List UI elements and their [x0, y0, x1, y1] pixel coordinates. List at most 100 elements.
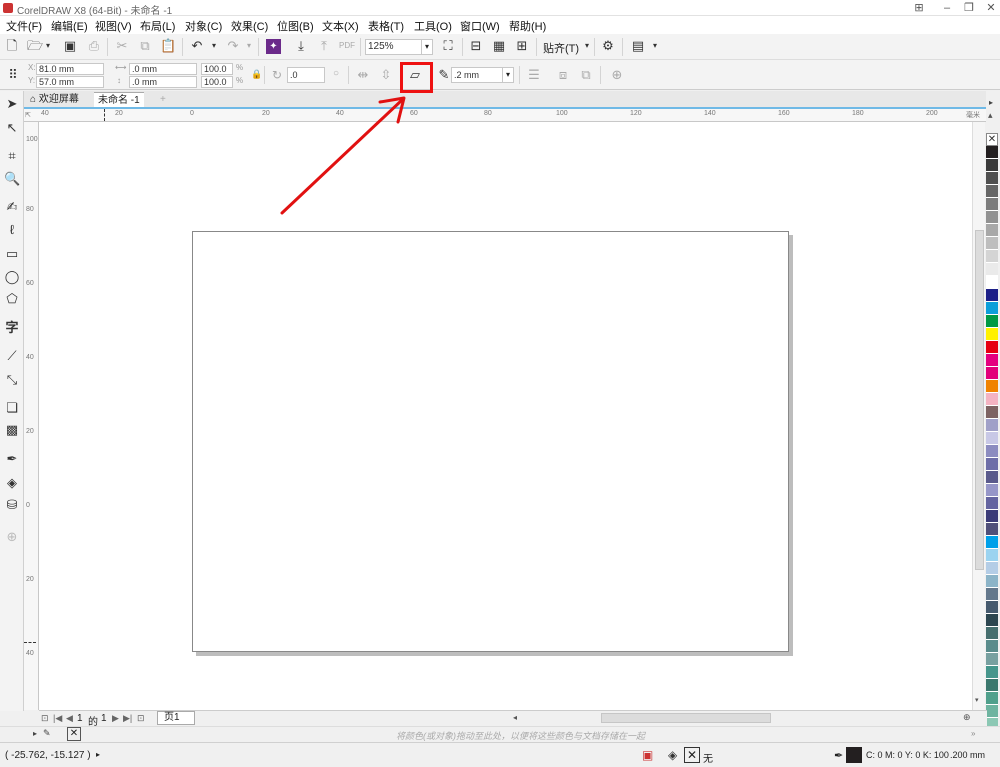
- redo-icon[interactable]: ↷: [225, 38, 241, 54]
- scroll-down-icon[interactable]: ▾: [975, 696, 979, 704]
- ruler-origin-icon[interactable]: ⇱: [25, 111, 31, 119]
- color-swatch[interactable]: [986, 471, 998, 484]
- full-screen-icon[interactable]: ⛶: [440, 38, 456, 54]
- page-last-icon[interactable]: ▶|: [123, 713, 132, 724]
- doc-palette-none-icon[interactable]: ✕: [67, 727, 81, 741]
- connector-tool-icon[interactable]: ⤡: [4, 372, 20, 388]
- color-swatch[interactable]: [986, 575, 998, 588]
- export-icon[interactable]: ⤒: [316, 38, 332, 54]
- color-swatch[interactable]: [986, 393, 998, 406]
- new-document-icon[interactable]: 🗋: [4, 38, 20, 54]
- color-swatch[interactable]: [986, 224, 998, 237]
- color-eyedropper-tool-icon[interactable]: ✒: [4, 451, 20, 467]
- color-swatch[interactable]: [986, 341, 998, 354]
- fill-bucket-icon[interactable]: ◈: [668, 748, 677, 762]
- menu-bitmaps[interactable]: 位图(B): [277, 18, 314, 34]
- no-color-swatch-icon[interactable]: ✕: [986, 133, 998, 146]
- color-swatch[interactable]: [986, 445, 998, 458]
- snap-dropdown-icon[interactable]: ▾: [579, 38, 595, 54]
- menu-tools[interactable]: 工具(O): [414, 18, 452, 34]
- menu-edit[interactable]: 编辑(E): [51, 18, 88, 34]
- show-rulers-icon[interactable]: ⊟: [468, 38, 484, 54]
- color-swatch[interactable]: [986, 354, 998, 367]
- show-guidelines-icon[interactable]: ⊞: [514, 38, 530, 54]
- page-prev-icon[interactable]: ◀: [66, 713, 73, 724]
- scroll-left-icon[interactable]: ◂: [513, 713, 517, 722]
- doc-palette-arrow-icon[interactable]: ▸: [33, 729, 37, 738]
- color-swatch[interactable]: [986, 406, 998, 419]
- color-swatch[interactable]: [986, 640, 998, 653]
- outline-pen-status-icon[interactable]: ✒: [834, 749, 843, 762]
- vertical-scrollbar[interactable]: ▾: [972, 122, 985, 710]
- lock-ratio-icon[interactable]: 🔒: [251, 69, 262, 80]
- document-palette[interactable]: ▸ ✎ ✕ 将颜色(或对象)拖动至此处，以便将这些颜色与文档存储在一起 »: [0, 726, 1000, 742]
- color-swatch[interactable]: [986, 185, 998, 198]
- expand-docker-icon[interactable]: ▸: [989, 98, 993, 107]
- scale-x-field[interactable]: 100.0: [201, 63, 233, 75]
- smart-fill-tool-icon[interactable]: ⛁: [4, 497, 20, 513]
- show-grid-icon[interactable]: ▦: [491, 38, 507, 54]
- interactive-fill-tool-icon[interactable]: ◈: [4, 475, 20, 491]
- color-swatch[interactable]: [986, 367, 998, 380]
- zoom-dropdown-icon[interactable]: ▾: [421, 39, 433, 55]
- zoom-tool-icon[interactable]: 🔍: [4, 171, 20, 187]
- to-front-icon[interactable]: ⧈: [555, 67, 571, 83]
- undo-icon[interactable]: ↶: [189, 38, 205, 54]
- add-tool-icon[interactable]: ⊕: [4, 529, 20, 545]
- color-swatch[interactable]: [986, 536, 998, 549]
- color-swatch[interactable]: [986, 497, 998, 510]
- color-swatch[interactable]: [986, 523, 998, 536]
- options-gear-icon[interactable]: ⚙: [600, 38, 616, 54]
- close-icon[interactable]: ✕: [982, 1, 1000, 15]
- color-swatch[interactable]: [986, 419, 998, 432]
- color-swatch[interactable]: [986, 237, 998, 250]
- scale-y-field[interactable]: 100.0: [201, 76, 233, 88]
- color-swatch[interactable]: [986, 562, 998, 575]
- transparency-tool-icon[interactable]: ▩: [4, 422, 20, 438]
- import-icon[interactable]: ⤓: [293, 38, 309, 54]
- menu-text[interactable]: 文本(X): [322, 18, 359, 34]
- vertical-ruler[interactable]: 100 80 60 40 20 0 20 40: [24, 122, 39, 710]
- crop-tool-icon[interactable]: ⌗: [4, 148, 20, 164]
- tab-untitled-1[interactable]: 未命名 -1: [94, 92, 144, 107]
- color-proof-icon[interactable]: ▣: [642, 748, 653, 762]
- object-origin-icon[interactable]: ⠿: [5, 67, 21, 83]
- color-swatch[interactable]: [986, 315, 998, 328]
- outline-width-dropdown-icon[interactable]: ▾: [502, 67, 514, 83]
- zoom-navigator-icon[interactable]: ⊕: [963, 712, 971, 723]
- rectangle-tool-icon[interactable]: ▭: [4, 246, 20, 262]
- color-swatch[interactable]: [986, 705, 998, 718]
- user-icon[interactable]: ⊞: [910, 1, 928, 15]
- menu-effects[interactable]: 效果(C): [231, 18, 268, 34]
- color-swatch[interactable]: [986, 198, 998, 211]
- color-swatch[interactable]: [986, 432, 998, 445]
- menu-view[interactable]: 视图(V): [95, 18, 132, 34]
- search-content-icon[interactable]: ✦: [266, 39, 281, 54]
- color-swatch[interactable]: [986, 692, 998, 705]
- color-swatch[interactable]: [986, 172, 998, 185]
- launcher-dropdown-icon[interactable]: ▾: [647, 38, 663, 54]
- color-swatch[interactable]: [986, 159, 998, 172]
- outline-pen-icon[interactable]: ✎: [436, 67, 452, 83]
- color-swatch[interactable]: [986, 263, 998, 276]
- text-tool-icon[interactable]: 字: [4, 320, 20, 336]
- copy-icon[interactable]: ⧉: [137, 38, 153, 54]
- color-swatch[interactable]: [986, 588, 998, 601]
- print-icon[interactable]: ⎙: [86, 38, 102, 54]
- palette-scroll-up-icon[interactable]: ▴: [988, 110, 993, 121]
- color-swatch[interactable]: [986, 328, 998, 341]
- page-prev-first-icon[interactable]: |◀: [53, 713, 62, 724]
- color-swatch[interactable]: [986, 484, 998, 497]
- zoom-level-field[interactable]: 125%: [365, 39, 422, 55]
- width-field[interactable]: .0 mm: [129, 63, 197, 75]
- menu-window[interactable]: 窗口(W): [460, 18, 500, 34]
- vertical-scroll-thumb[interactable]: [975, 230, 984, 570]
- add-icon[interactable]: ⊕: [609, 67, 625, 83]
- restore-icon[interactable]: ❐: [960, 1, 978, 15]
- shape-tool-icon[interactable]: ↖: [4, 120, 20, 136]
- color-swatch[interactable]: [986, 302, 998, 315]
- artistic-media-tool-icon[interactable]: ℓ: [4, 222, 20, 238]
- color-swatch[interactable]: [986, 679, 998, 692]
- open-dropdown-icon[interactable]: ▾: [40, 38, 56, 54]
- drawing-canvas[interactable]: [39, 122, 973, 710]
